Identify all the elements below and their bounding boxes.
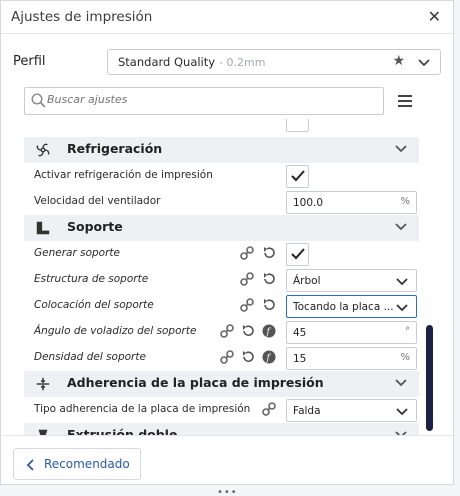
print-settings-panel: Ajustes de impresión ✕ Perfil Standard Q… xyxy=(0,0,454,485)
field-value: 100.0 xyxy=(293,197,324,209)
chevron-down-icon[interactable] xyxy=(395,223,407,231)
scrollbar[interactable] xyxy=(426,325,433,431)
setting-adhesion-type: Tipo adherencia de la placa de impresión… xyxy=(24,397,419,423)
dropdown-value: Falda xyxy=(293,405,321,417)
formula-icon[interactable]: f xyxy=(262,324,276,338)
chevron-down-icon[interactable] xyxy=(418,59,430,67)
profile-label: Perfil xyxy=(13,54,46,69)
support-placement-dropdown[interactable]: Tocando la placa ... xyxy=(286,295,417,318)
dual-extrusion-icon xyxy=(38,429,48,435)
panel-header: Ajustes de impresión ✕ xyxy=(1,1,453,34)
chevron-down-icon xyxy=(396,278,408,286)
setting-label: Ángulo de voladizo del soporte xyxy=(34,325,197,337)
reset-icon[interactable] xyxy=(241,324,255,338)
dropdown-value: Tocando la placa ... xyxy=(293,301,394,313)
section-adhesion[interactable]: Adherencia de la placa de impresión xyxy=(24,371,419,397)
support-density-input[interactable]: 15 % xyxy=(286,347,417,370)
setting-label: Colocación del soporte xyxy=(34,299,154,311)
chevron-down-icon[interactable] xyxy=(395,379,407,387)
section-dual-extrusion[interactable]: Extrusión doble xyxy=(24,423,419,435)
chevron-down-icon xyxy=(396,304,408,312)
formula-icon[interactable]: f xyxy=(262,350,276,364)
field-value: 45 xyxy=(293,327,307,339)
panel-title: Ajustes de impresión xyxy=(11,9,153,25)
setting-label: Velocidad del ventilador xyxy=(34,195,161,207)
star-icon[interactable]: ★ xyxy=(392,53,405,69)
adhesion-type-dropdown[interactable]: Falda xyxy=(286,399,417,422)
setting-support-placement: Colocación del soporte Tocando la placa … xyxy=(24,293,419,319)
reset-icon[interactable] xyxy=(262,272,276,286)
recommended-button[interactable]: Recomendado xyxy=(13,448,141,480)
profile-name: Standard Quality - 0.2mm xyxy=(118,55,266,69)
setting-label: Densidad del soporte xyxy=(34,351,146,363)
resize-grip-icon[interactable]: ••• xyxy=(217,487,238,496)
setting-support-structure: Estructura de soporte Árbol xyxy=(24,267,419,293)
checkmark-icon xyxy=(291,170,305,182)
search-box[interactable] xyxy=(24,87,384,115)
link-icon[interactable] xyxy=(220,324,234,338)
section-title: Soporte xyxy=(67,219,123,234)
enable-cooling-checkbox[interactable] xyxy=(286,165,309,188)
setting-label: Generar soporte xyxy=(34,247,120,259)
adhesion-icon xyxy=(36,377,50,391)
section-title: Adherencia de la placa de impresión xyxy=(67,375,324,390)
section-title: Refrigeración xyxy=(67,141,163,156)
fan-speed-input[interactable]: 100.0 % xyxy=(286,191,417,214)
chevron-left-icon xyxy=(26,459,34,471)
generate-support-checkbox[interactable] xyxy=(286,243,309,266)
link-icon[interactable] xyxy=(240,298,254,312)
setting-enable-cooling: Activar refrigeración de impresión xyxy=(24,163,419,189)
fan-icon xyxy=(36,143,50,157)
link-icon[interactable] xyxy=(240,272,254,286)
close-icon[interactable]: ✕ xyxy=(428,7,441,26)
setting-generate-support: Generar soporte xyxy=(24,241,419,267)
reset-icon[interactable] xyxy=(241,350,255,364)
checkmark-icon xyxy=(291,248,305,260)
section-cooling[interactable]: Refrigeración xyxy=(24,137,419,163)
settings-menu-icon[interactable] xyxy=(398,95,412,110)
setting-support-density: Densidad del soporte f 15 % xyxy=(24,345,419,371)
field-unit: % xyxy=(400,352,410,363)
field-value: 15 xyxy=(293,353,307,365)
profile-selector[interactable]: Standard Quality - 0.2mm ★ xyxy=(107,49,441,75)
chevron-down-icon xyxy=(396,408,408,416)
field-unit: ° xyxy=(405,326,410,337)
chevron-down-icon[interactable] xyxy=(395,145,407,153)
search-icon xyxy=(31,93,46,108)
link-icon[interactable] xyxy=(240,246,254,260)
recommended-label: Recomendado xyxy=(44,457,130,471)
dropdown-value: Árbol xyxy=(293,275,321,287)
search-input[interactable] xyxy=(47,93,367,106)
hidden-checkbox[interactable] xyxy=(286,119,309,132)
reset-icon[interactable] xyxy=(262,246,276,260)
panel-footer: Recomendado xyxy=(1,435,453,485)
link-icon[interactable] xyxy=(262,402,276,416)
link-icon[interactable] xyxy=(220,350,234,364)
setting-fan-speed: Velocidad del ventilador 100.0 % xyxy=(24,189,419,215)
section-support[interactable]: Soporte xyxy=(24,215,419,241)
section-title: Extrusión doble xyxy=(67,427,178,435)
reset-icon[interactable] xyxy=(262,298,276,312)
overhang-angle-input[interactable]: 45 ° xyxy=(286,321,417,344)
support-icon xyxy=(36,221,50,235)
field-unit: % xyxy=(400,196,410,207)
profile-layer-height: - 0.2mm xyxy=(219,56,266,69)
setting-label: Activar refrigeración de impresión xyxy=(34,169,213,181)
setting-label: Estructura de soporte xyxy=(34,273,149,285)
support-structure-dropdown[interactable]: Árbol xyxy=(286,269,417,292)
settings-list: Refrigeración Activar refrigeración de i… xyxy=(24,119,419,435)
setting-overhang-angle: Ángulo de voladizo del soporte f 45 ° xyxy=(24,319,419,345)
setting-label: Tipo adherencia de la placa de impresión xyxy=(34,403,251,415)
